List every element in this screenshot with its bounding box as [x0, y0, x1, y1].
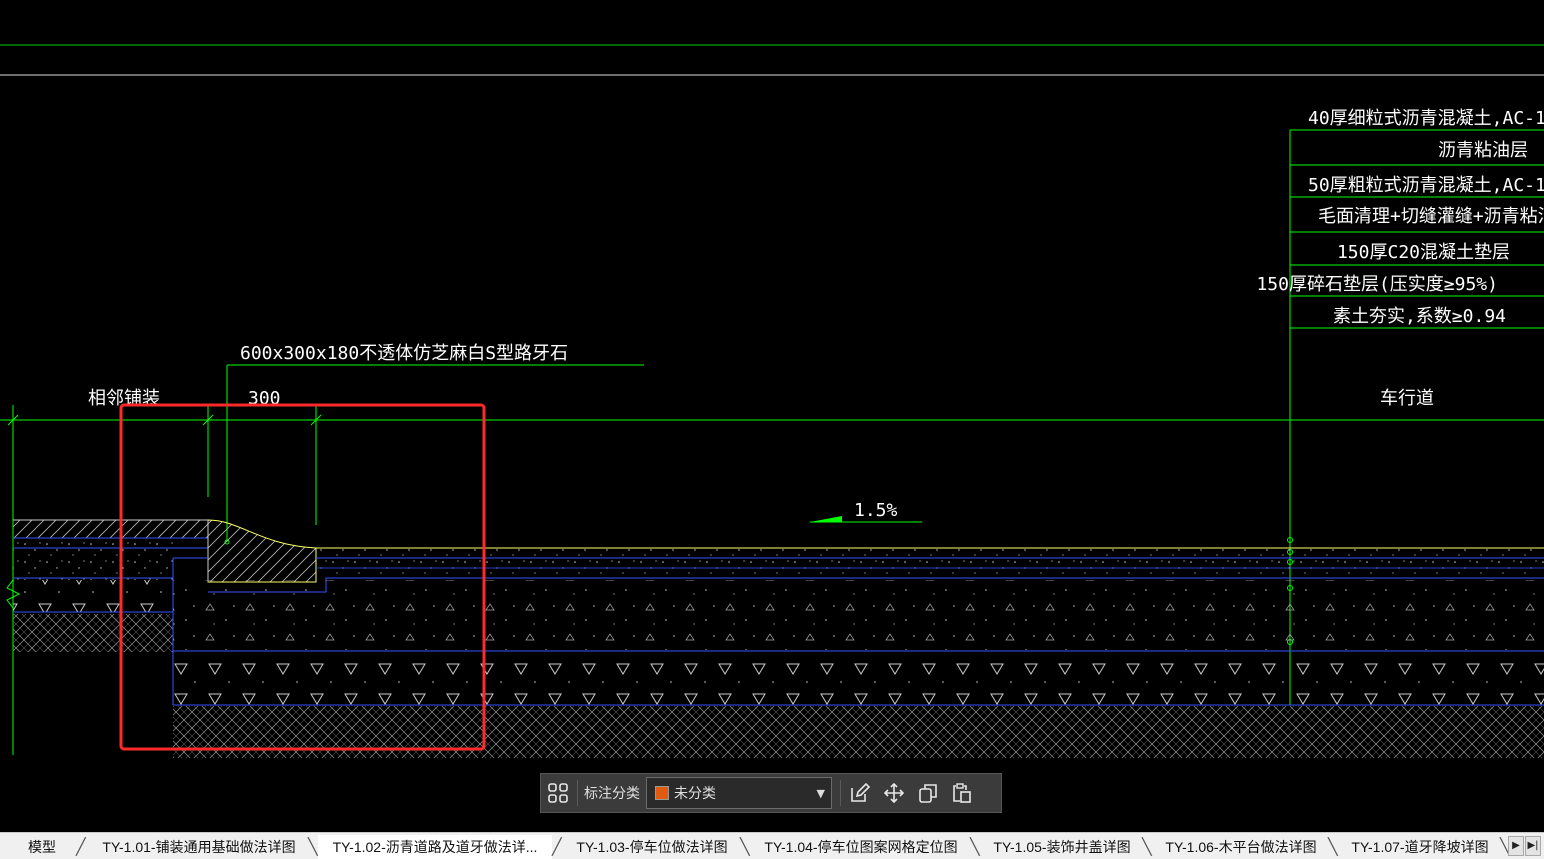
tab-separator: ╲: [308, 837, 318, 856]
roadway-section: [173, 547, 1544, 758]
tab-ty-1-02[interactable]: TY-1.02-沥青道路及道牙做法详...: [318, 835, 552, 859]
layer-label-2: 沥青粘油层: [1438, 140, 1528, 161]
tab-ty-1-05[interactable]: TY-1.05-装饰井盖详图: [980, 835, 1144, 859]
tab-ty-1-04[interactable]: TY-1.04-停车位图案网格定位图: [750, 835, 972, 859]
tab-scroll-end-icon[interactable]: ▶|: [1525, 836, 1541, 856]
move-icon[interactable]: [877, 776, 911, 810]
roadway-label: 车行道: [1380, 388, 1434, 409]
tab-model[interactable]: 模型: [8, 835, 76, 859]
edit-icon[interactable]: [843, 776, 877, 810]
slope-indicator: 1.5%: [810, 500, 922, 523]
toolbar-separator: [840, 780, 841, 806]
layer-label-4: 毛面清理+切缝灌缝+沥青粘油层: [1318, 206, 1544, 227]
tab-ty-1-06[interactable]: TY-1.06-木平台做法详图: [1152, 835, 1330, 859]
copy-icon[interactable]: [911, 776, 945, 810]
toolbar-separator: [577, 780, 578, 806]
layer-label-7: 素土夯实,系数≥0.94: [1333, 306, 1506, 327]
tab-separator: ╲: [1328, 837, 1338, 856]
layer-label-1: 40厚细粒式沥青混凝土,AC-13: [1308, 108, 1544, 129]
tab-separator: ╲: [970, 837, 980, 856]
tab-ty-1-07[interactable]: TY-1.07-道牙降坡详图: [1338, 835, 1502, 859]
layout-tab-bar: 模型 ╱ TY-1.01-铺装通用基础做法详图 ╲ TY-1.02-沥青道路及道…: [0, 832, 1544, 859]
layer-label-6: 150厚碎石垫层(压实度≥95%): [1256, 274, 1498, 295]
tab-ty-1-03[interactable]: TY-1.03-停车位做法详图: [564, 835, 740, 859]
curb-callout: 600x300x180不透体仿芝麻白S型路牙石: [224, 343, 644, 545]
category-color-swatch: [655, 786, 669, 800]
chevron-down-icon: ▼: [816, 787, 825, 800]
layer-label-3: 50厚粗粒式沥青混凝土,AC-16: [1308, 175, 1544, 196]
tab-separator: ╱: [76, 837, 86, 856]
category-label: 标注分类: [584, 786, 640, 802]
annotation-toolbar: 标注分类 未分类 ▼: [540, 773, 1002, 813]
paste-icon[interactable]: [945, 776, 979, 810]
tab-separator: ╱: [552, 837, 562, 856]
tab-scroll-right-icon[interactable]: ▶: [1508, 836, 1524, 856]
grid-icon[interactable]: [541, 776, 575, 810]
slope-label: 1.5%: [854, 500, 898, 521]
tab-separator: ╲: [1142, 837, 1152, 856]
category-selected-value: 未分类: [674, 786, 716, 802]
cad-drawing-canvas[interactable]: 40厚细粒式沥青混凝土,AC-13 沥青粘油层 50厚粗粒式沥青混凝土,AC-1…: [0, 0, 1544, 832]
layer-label-5: 150厚C20混凝土垫层: [1337, 242, 1510, 263]
curb-note: 600x300x180不透体仿芝麻白S型路牙石: [240, 343, 568, 364]
category-dropdown[interactable]: 未分类 ▼: [646, 777, 832, 809]
tab-separator: ╲: [740, 837, 750, 856]
tab-ty-1-01[interactable]: TY-1.01-铺装通用基础做法详图: [88, 835, 310, 859]
